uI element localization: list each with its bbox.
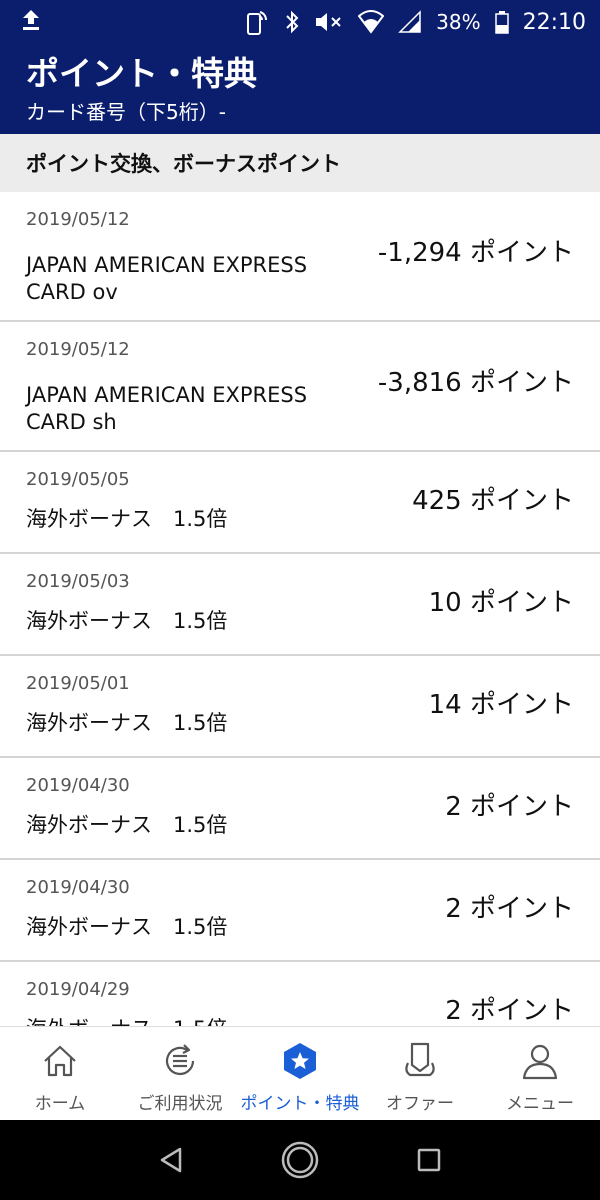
refresh-list-icon [165, 1044, 195, 1076]
upload-icon [20, 8, 42, 37]
transaction-description: 海外ボーナス 1.5倍 [26, 507, 228, 531]
star-badge-icon [284, 1043, 316, 1079]
transaction-points: -1,294 ポイント [377, 238, 574, 268]
transaction-row[interactable]: 2019/04/29 海外ボーナス 1.5倍 2 ポイント [0, 962, 600, 1026]
transaction-row[interactable]: 2019/04/30 海外ボーナス 1.5倍 2 ポイント [0, 860, 600, 962]
bluetooth-icon [284, 9, 300, 35]
transaction-row[interactable]: 2019/05/12 JAPAN AMERICAN EXPRESS CARD s… [0, 322, 600, 452]
transaction-row[interactable]: 2019/05/12 JAPAN AMERICAN EXPRESS CARD o… [0, 192, 600, 322]
bottom-navigation: ホーム ご利用状況 ポイント・特典 オファー メニュー [0, 1026, 600, 1120]
transaction-points: 14 ポイント [428, 690, 574, 720]
transaction-date: 2019/05/12 [26, 339, 130, 360]
transaction-description: 海外ボーナス 1.5倍 [26, 609, 228, 633]
transaction-row[interactable]: 2019/05/03 海外ボーナス 1.5倍 10 ポイント [0, 554, 600, 656]
transaction-description: JAPAN AMERICAN EXPRESS CARD ov [26, 253, 308, 304]
home-icon [44, 1045, 76, 1077]
nav-offers[interactable]: オファー [360, 1027, 480, 1120]
home-circle-icon[interactable] [280, 1140, 320, 1180]
section-header: ポイント交換、ボーナスポイント [0, 134, 600, 192]
wifi-icon [358, 10, 385, 34]
transaction-description: 海外ボーナス 1.5倍 [26, 813, 228, 837]
nav-points[interactable]: ポイント・特典 [240, 1027, 360, 1120]
transaction-description: 海外ボーナス 1.5倍 [26, 1016, 356, 1026]
transaction-row[interactable]: 2019/04/30 海外ボーナス 1.5倍 2 ポイント [0, 758, 600, 860]
signal-icon [398, 10, 422, 34]
transaction-points: 2 ポイント [445, 996, 574, 1026]
page-title: ポイント・特典 [26, 54, 257, 93]
recents-icon[interactable] [416, 1147, 442, 1173]
nav-usage[interactable]: ご利用状況 [120, 1027, 240, 1120]
battery-percent: 38% [436, 10, 481, 34]
transaction-points: 2 ポイント [445, 792, 574, 822]
battery-icon [494, 10, 509, 34]
nav-points-label: ポイント・特典 [240, 1094, 360, 1114]
card-number-subtitle: カード番号（下5桁）- [26, 100, 226, 124]
nav-home-label: ホーム [34, 1094, 86, 1114]
system-navigation-bar [0, 1120, 600, 1200]
nfc-icon [242, 8, 270, 36]
mute-icon [314, 10, 344, 34]
nav-home[interactable]: ホーム [0, 1027, 120, 1120]
transaction-points: 425 ポイント [412, 486, 574, 516]
offer-tag-icon [405, 1042, 435, 1077]
transaction-list[interactable]: 2019/05/12 JAPAN AMERICAN EXPRESS CARD o… [0, 192, 600, 1026]
transaction-date: 2019/05/12 [26, 209, 130, 230]
nav-usage-label: ご利用状況 [137, 1094, 223, 1114]
status-bar: 38% 22:10 [0, 0, 600, 44]
back-icon[interactable] [158, 1146, 184, 1174]
transaction-points: 10 ポイント [428, 588, 574, 618]
app-header: ポイント・特典 カード番号（下5桁）- [0, 44, 600, 134]
nav-offers-label: オファー [386, 1094, 454, 1114]
transaction-description: 海外ボーナス 1.5倍 [26, 711, 228, 735]
clock: 22:10 [522, 9, 586, 35]
transaction-points: -3,816 ポイント [377, 368, 574, 398]
transaction-points: 2 ポイント [445, 894, 574, 924]
user-icon [522, 1044, 558, 1080]
transaction-description: 海外ボーナス 1.5倍 [26, 915, 228, 939]
transaction-row[interactable]: 2019/05/01 海外ボーナス 1.5倍 14 ポイント [0, 656, 600, 758]
transaction-description: JAPAN AMERICAN EXPRESS CARD sh [26, 383, 308, 434]
nav-menu-label: メニュー [506, 1094, 574, 1114]
transaction-row[interactable]: 2019/05/05 海外ボーナス 1.5倍 425 ポイント [0, 452, 600, 554]
nav-menu[interactable]: メニュー [480, 1027, 600, 1120]
